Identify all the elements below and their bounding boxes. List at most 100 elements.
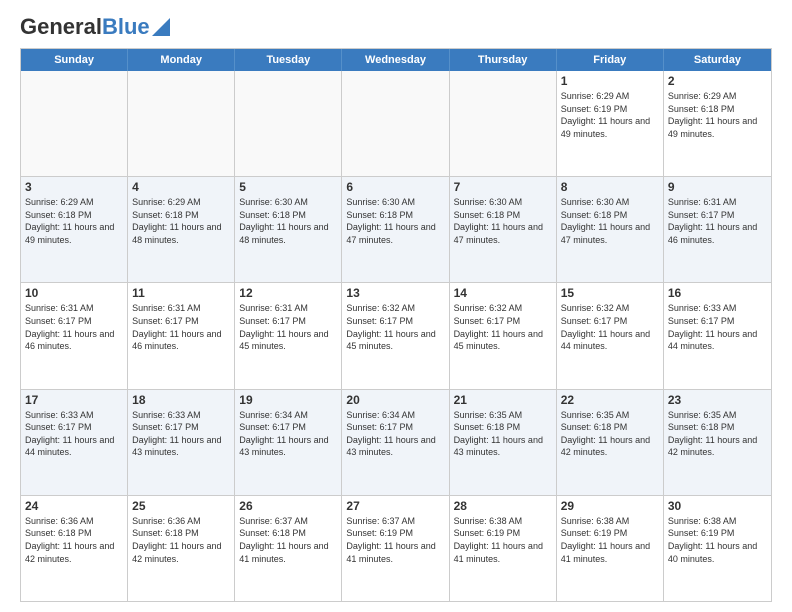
day-info: Sunrise: 6:35 AMSunset: 6:18 PMDaylight:… <box>668 409 767 459</box>
cal-cell: 13Sunrise: 6:32 AMSunset: 6:17 PMDayligh… <box>342 283 449 388</box>
cal-cell: 12Sunrise: 6:31 AMSunset: 6:17 PMDayligh… <box>235 283 342 388</box>
day-info: Sunrise: 6:30 AMSunset: 6:18 PMDaylight:… <box>346 196 444 246</box>
cal-cell: 25 Sunrise: 6:36 AMSunset: 6:18 PMDayligh… <box>128 496 235 601</box>
cal-cell: 20 Sunrise: 6:34 AMSunset: 6:17 PMDayligh… <box>342 390 449 495</box>
cal-cell <box>128 71 235 176</box>
cal-cell: 23 Sunrise: 6:35 AMSunset: 6:18 PMDayligh… <box>664 390 771 495</box>
day-number: 2 <box>668 74 767 88</box>
day-number: 4 <box>132 180 230 194</box>
day-info: Sunrise: 6:31 AMSunset: 6:17 PMDaylight:… <box>25 302 123 352</box>
cal-week-2: 3 Sunrise: 6:29 AMSunset: 6:18 PMDaylight… <box>21 177 771 283</box>
cal-header-thursday: Thursday <box>450 49 557 71</box>
day-info: Sunrise: 6:30 AMSunset: 6:18 PMDaylight:… <box>454 196 552 246</box>
calendar-body: 1 Sunrise: 6:29 AMSunset: 6:19 PMDaylight… <box>21 71 771 601</box>
cal-cell <box>21 71 128 176</box>
cal-cell: 24 Sunrise: 6:36 AMSunset: 6:18 PMDayligh… <box>21 496 128 601</box>
cal-header-friday: Friday <box>557 49 664 71</box>
cal-cell: 27Sunrise: 6:37 AMSunset: 6:19 PMDayligh… <box>342 496 449 601</box>
day-info: Sunrise: 6:32 AMSunset: 6:17 PMDaylight:… <box>454 302 552 352</box>
cal-cell: 6 Sunrise: 6:30 AMSunset: 6:18 PMDaylight… <box>342 177 449 282</box>
cal-cell: 17 Sunrise: 6:33 AMSunset: 6:17 PMDayligh… <box>21 390 128 495</box>
day-number: 25 <box>132 499 230 513</box>
cal-cell: 26 Sunrise: 6:37 AMSunset: 6:18 PMDayligh… <box>235 496 342 601</box>
cal-cell <box>342 71 449 176</box>
day-info: Sunrise: 6:38 AMSunset: 6:19 PMDaylight:… <box>668 515 767 565</box>
day-number: 24 <box>25 499 123 513</box>
cal-cell: 8 Sunrise: 6:30 AMSunset: 6:18 PMDaylight… <box>557 177 664 282</box>
day-number: 30 <box>668 499 767 513</box>
cal-header-tuesday: Tuesday <box>235 49 342 71</box>
day-number: 1 <box>561 74 659 88</box>
day-number: 17 <box>25 393 123 407</box>
day-number: 16 <box>668 286 767 300</box>
header: GeneralBlue <box>20 16 772 38</box>
cal-cell: 9 Sunrise: 6:31 AMSunset: 6:17 PMDaylight… <box>664 177 771 282</box>
cal-week-5: 24 Sunrise: 6:36 AMSunset: 6:18 PMDayligh… <box>21 496 771 601</box>
day-info: Sunrise: 6:36 AMSunset: 6:18 PMDaylight:… <box>25 515 123 565</box>
day-number: 27 <box>346 499 444 513</box>
cal-cell: 21 Sunrise: 6:35 AMSunset: 6:18 PMDayligh… <box>450 390 557 495</box>
day-number: 26 <box>239 499 337 513</box>
cal-header-sunday: Sunday <box>21 49 128 71</box>
calendar-header: SundayMondayTuesdayWednesdayThursdayFrid… <box>21 49 771 71</box>
cal-cell <box>235 71 342 176</box>
day-info: Sunrise: 6:29 AMSunset: 6:18 PMDaylight:… <box>668 90 767 140</box>
day-number: 13 <box>346 286 444 300</box>
day-info: Sunrise: 6:29 AMSunset: 6:19 PMDaylight:… <box>561 90 659 140</box>
cal-cell: 29 Sunrise: 6:38 AMSunset: 6:19 PMDayligh… <box>557 496 664 601</box>
cal-cell: 3 Sunrise: 6:29 AMSunset: 6:18 PMDaylight… <box>21 177 128 282</box>
day-info: Sunrise: 6:30 AMSunset: 6:18 PMDaylight:… <box>561 196 659 246</box>
cal-week-3: 10 Sunrise: 6:31 AMSunset: 6:17 PMDayligh… <box>21 283 771 389</box>
logo-blue: Blue <box>102 14 150 39</box>
logo-general: General <box>20 14 102 39</box>
cal-header-wednesday: Wednesday <box>342 49 449 71</box>
day-info: Sunrise: 6:31 AMSunset: 6:17 PMDaylight:… <box>239 302 337 352</box>
cal-cell: 10 Sunrise: 6:31 AMSunset: 6:17 PMDayligh… <box>21 283 128 388</box>
day-number: 21 <box>454 393 552 407</box>
logo: GeneralBlue <box>20 16 170 38</box>
day-number: 15 <box>561 286 659 300</box>
cal-cell: 4 Sunrise: 6:29 AMSunset: 6:18 PMDaylight… <box>128 177 235 282</box>
day-number: 6 <box>346 180 444 194</box>
cal-cell: 5Sunrise: 6:30 AMSunset: 6:18 PMDaylight… <box>235 177 342 282</box>
cal-cell: 19Sunrise: 6:34 AMSunset: 6:17 PMDayligh… <box>235 390 342 495</box>
cal-cell: 18 Sunrise: 6:33 AMSunset: 6:17 PMDayligh… <box>128 390 235 495</box>
cal-cell: 16 Sunrise: 6:33 AMSunset: 6:17 PMDayligh… <box>664 283 771 388</box>
cal-cell <box>450 71 557 176</box>
day-info: Sunrise: 6:35 AMSunset: 6:18 PMDaylight:… <box>561 409 659 459</box>
cal-week-1: 1 Sunrise: 6:29 AMSunset: 6:19 PMDaylight… <box>21 71 771 177</box>
day-number: 11 <box>132 286 230 300</box>
cal-cell: 15 Sunrise: 6:32 AMSunset: 6:17 PMDayligh… <box>557 283 664 388</box>
day-info: Sunrise: 6:29 AMSunset: 6:18 PMDaylight:… <box>25 196 123 246</box>
day-info: Sunrise: 6:36 AMSunset: 6:18 PMDaylight:… <box>132 515 230 565</box>
cal-cell: 11Sunrise: 6:31 AMSunset: 6:17 PMDayligh… <box>128 283 235 388</box>
day-info: Sunrise: 6:33 AMSunset: 6:17 PMDaylight:… <box>132 409 230 459</box>
day-info: Sunrise: 6:34 AMSunset: 6:17 PMDaylight:… <box>346 409 444 459</box>
day-info: Sunrise: 6:32 AMSunset: 6:17 PMDaylight:… <box>561 302 659 352</box>
cal-cell: 14Sunrise: 6:32 AMSunset: 6:17 PMDayligh… <box>450 283 557 388</box>
day-info: Sunrise: 6:38 AMSunset: 6:19 PMDaylight:… <box>561 515 659 565</box>
day-number: 9 <box>668 180 767 194</box>
day-info: Sunrise: 6:30 AMSunset: 6:18 PMDaylight:… <box>239 196 337 246</box>
day-number: 10 <box>25 286 123 300</box>
day-number: 20 <box>346 393 444 407</box>
day-info: Sunrise: 6:31 AMSunset: 6:17 PMDaylight:… <box>668 196 767 246</box>
day-info: Sunrise: 6:33 AMSunset: 6:17 PMDaylight:… <box>25 409 123 459</box>
calendar: SundayMondayTuesdayWednesdayThursdayFrid… <box>20 48 772 602</box>
day-number: 18 <box>132 393 230 407</box>
cal-cell: 2 Sunrise: 6:29 AMSunset: 6:18 PMDaylight… <box>664 71 771 176</box>
day-number: 19 <box>239 393 337 407</box>
day-info: Sunrise: 6:35 AMSunset: 6:18 PMDaylight:… <box>454 409 552 459</box>
day-info: Sunrise: 6:37 AMSunset: 6:18 PMDaylight:… <box>239 515 337 565</box>
day-number: 7 <box>454 180 552 194</box>
day-number: 22 <box>561 393 659 407</box>
day-number: 23 <box>668 393 767 407</box>
day-number: 3 <box>25 180 123 194</box>
day-number: 8 <box>561 180 659 194</box>
cal-cell: 22 Sunrise: 6:35 AMSunset: 6:18 PMDayligh… <box>557 390 664 495</box>
day-info: Sunrise: 6:33 AMSunset: 6:17 PMDaylight:… <box>668 302 767 352</box>
day-number: 28 <box>454 499 552 513</box>
cal-header-monday: Monday <box>128 49 235 71</box>
day-number: 29 <box>561 499 659 513</box>
day-info: Sunrise: 6:29 AMSunset: 6:18 PMDaylight:… <box>132 196 230 246</box>
